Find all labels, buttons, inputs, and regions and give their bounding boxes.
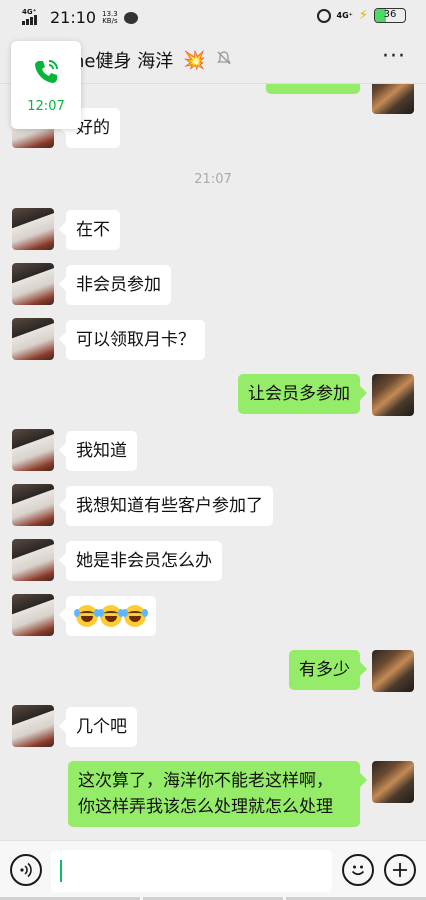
status-bar: 4G⁺ 21:10 13.3 KB/s 4G⁺ ⚡ 36: [0, 0, 426, 34]
mute-bell-icon: [216, 50, 232, 70]
signal-icon: 4G⁺: [22, 8, 44, 25]
laughing-crying-emoji-icon: [74, 605, 100, 627]
more-actions-button[interactable]: [384, 854, 416, 886]
network-speed: 13.3 KB/s: [102, 10, 118, 25]
battery-icon: 36: [374, 8, 406, 23]
my-avatar[interactable]: [372, 761, 414, 803]
emoji-message[interactable]: [66, 596, 156, 636]
network-type-right: 4G⁺: [336, 11, 353, 20]
voice-icon: [20, 862, 32, 878]
laughing-crying-emoji-icon: [98, 605, 124, 627]
message-line: 你这样弄我该怎么处理就怎么处理: [78, 797, 333, 817]
contact-avatar[interactable]: [12, 594, 54, 636]
call-duration: 12:07: [27, 99, 65, 114]
contact-avatar[interactable]: [12, 318, 54, 360]
voice-input-button[interactable]: [10, 854, 42, 886]
burst-emoji: 💥: [183, 49, 206, 71]
my-avatar[interactable]: [372, 84, 414, 114]
received-message[interactable]: 可以领取月卡？: [66, 320, 205, 360]
received-message[interactable]: 我知道: [66, 431, 137, 471]
message-list[interactable]: 好的 21:07 在不 非会员参加 可以领取月卡？ 让会员多参加 我知道 我想知…: [0, 84, 426, 840]
sent-message[interactable]: 这次算了，海洋你不能老这样啊， 你这样弄我该怎么处理就怎么处理: [68, 761, 360, 827]
wechat-notification-icon: [123, 11, 138, 24]
contact-avatar[interactable]: [12, 263, 54, 305]
text-cursor: [60, 860, 62, 882]
message-input[interactable]: [51, 850, 332, 892]
alarm-icon: [316, 8, 331, 23]
contact-avatar[interactable]: [12, 539, 54, 581]
message-timestamp: 21:07: [194, 172, 232, 187]
sent-message[interactable]: 有多少: [289, 650, 360, 690]
phone-icon: [31, 57, 61, 91]
contact-avatar[interactable]: [12, 484, 54, 526]
received-message[interactable]: 我想知道有些客户参加了: [66, 486, 273, 526]
chat-title: one健身 海洋 💥: [62, 47, 232, 73]
received-message[interactable]: 非会员参加: [66, 265, 171, 305]
status-time: 21:10: [50, 8, 97, 27]
my-avatar[interactable]: [372, 374, 414, 416]
input-bar: [0, 840, 426, 900]
contact-avatar[interactable]: [12, 208, 54, 250]
received-message[interactable]: 在不: [66, 210, 120, 250]
charging-icon: ⚡: [358, 8, 368, 23]
sent-message[interactable]: 让会员多参加: [238, 374, 360, 414]
message-line: 这次算了，海洋你不能老这样啊，: [78, 771, 333, 791]
plus-icon: [393, 863, 407, 877]
more-options-icon[interactable]: ···: [382, 44, 406, 69]
contact-avatar[interactable]: [12, 429, 54, 471]
received-message[interactable]: 几个吧: [66, 707, 137, 747]
laughing-crying-emoji-icon: [122, 605, 148, 627]
smiley-icon: [351, 865, 365, 876]
emoji-button[interactable]: [342, 854, 374, 886]
speed-unit: KB/s: [102, 16, 118, 25]
my-avatar[interactable]: [372, 650, 414, 692]
contact-avatar[interactable]: [12, 705, 54, 747]
floating-call-window[interactable]: 12:07: [11, 41, 81, 129]
received-message[interactable]: 她是非会员怎么办: [66, 541, 222, 581]
battery-level: 36: [383, 9, 397, 20]
previous-sent-bubble[interactable]: [266, 84, 360, 94]
